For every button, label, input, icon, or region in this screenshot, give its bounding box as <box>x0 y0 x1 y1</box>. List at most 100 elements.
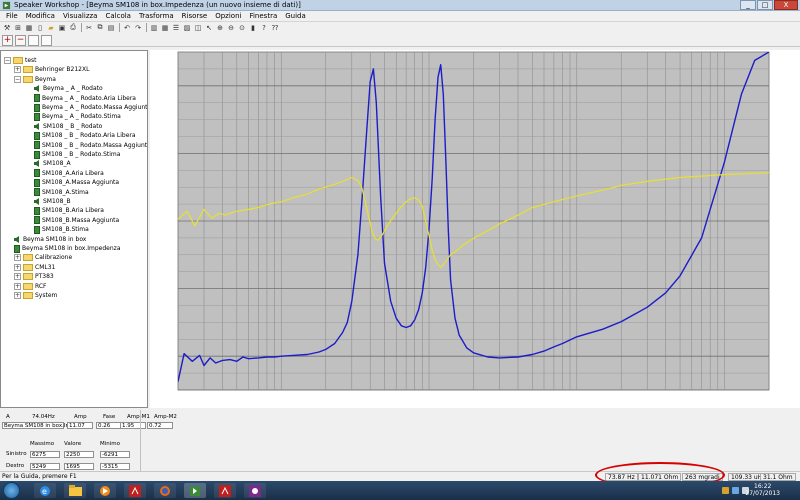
tree-expander-icon[interactable]: − <box>4 57 11 64</box>
tree-item[interactable]: SM108_B.Stima <box>34 225 89 234</box>
table-header: Fase <box>103 414 116 420</box>
menu-finestra[interactable]: Finestra <box>249 12 277 20</box>
network-tray-icon[interactable] <box>732 487 739 494</box>
save-icon[interactable]: ▣ <box>57 23 67 33</box>
menu-visualizza[interactable]: Visualizza <box>63 12 97 20</box>
tree-item[interactable]: + Calibrazione <box>14 253 72 262</box>
folder-icon <box>23 263 33 271</box>
tree-item[interactable]: + Behringer B212XL <box>14 65 89 74</box>
tree-item[interactable]: Beyma _ A _ Rodato.Stima <box>34 112 121 121</box>
tray-icon[interactable] <box>722 487 729 494</box>
tree-item[interactable]: SM108 _ B _ Rodato.Stima <box>34 150 120 159</box>
tree-expander-icon[interactable]: + <box>14 292 21 299</box>
menu-guida[interactable]: Guida <box>285 12 306 20</box>
tree-item[interactable]: + System <box>14 291 57 300</box>
explorer-icon[interactable] <box>64 483 86 498</box>
firefox-icon[interactable] <box>154 483 176 498</box>
tree-item[interactable]: SM108 _ B _ Rodato <box>34 122 102 131</box>
tree-item[interactable]: Beyma _ A _ Rodato.Massa Aggiunta <box>34 103 147 112</box>
network-icon[interactable]: ⊞ <box>13 23 23 33</box>
tree-item[interactable]: Beyma SM108 in box <box>14 235 86 244</box>
menu-opzioni[interactable]: Opzioni <box>215 12 241 20</box>
tree-item-label: RCF <box>35 282 47 290</box>
cut-icon[interactable]: ✂ <box>84 23 94 33</box>
bookmark-icon[interactable]: ▮ <box>248 23 258 33</box>
redo-icon[interactable]: ↷ <box>133 23 143 33</box>
tools-icon[interactable]: ⚒ <box>2 23 12 33</box>
tree-item-label: Behringer B212XL <box>35 66 90 74</box>
minimize-button[interactable]: _ <box>740 0 756 10</box>
chart-icon[interactable]: ▥ <box>149 23 159 33</box>
tree-item[interactable]: SM108_A <box>34 159 71 168</box>
tree-expander-icon[interactable]: + <box>14 282 21 290</box>
tree-item-label: SM108_A <box>43 160 71 168</box>
data-icon <box>34 150 40 159</box>
maximize-button[interactable]: □ <box>757 0 773 10</box>
table-icon[interactable]: ▦ <box>160 23 170 33</box>
speaker-workshop-task[interactable] <box>184 483 206 498</box>
menu-modifica[interactable]: Modifica <box>26 12 55 20</box>
data-icon <box>34 178 40 187</box>
tree-expander-icon[interactable]: + <box>14 66 21 74</box>
tree-item[interactable]: SM108_A.Aria Libera <box>34 169 104 178</box>
plot-area[interactable] <box>150 50 800 408</box>
list-icon[interactable]: ☰ <box>171 23 181 33</box>
tree-item[interactable]: Beyma _ A _ Rodato.Aria Libera <box>34 94 136 103</box>
menu-risorse[interactable]: Risorse <box>182 12 208 20</box>
speaker-icon <box>34 122 41 130</box>
cursor-icon[interactable]: ↖ <box>204 23 214 33</box>
app-icon[interactable] <box>244 483 266 498</box>
tree-item[interactable]: SM108_B.Aria Libera <box>34 206 104 215</box>
tree-item[interactable]: + RCF <box>14 282 47 291</box>
tree-item[interactable]: SM108_A.Stima <box>34 188 89 197</box>
menu-trasforma[interactable]: Trasforma <box>139 12 174 20</box>
tree-item[interactable]: Beyma SM108 in box.Impedenza <box>14 244 121 253</box>
tree-item[interactable]: SM108 _ B _ Rodato.Aria Libera <box>34 131 136 140</box>
add-marker-icon[interactable]: + <box>2 34 13 46</box>
context-help-icon[interactable]: ⁇ <box>270 23 280 33</box>
tree-expander-icon[interactable]: − <box>14 75 21 83</box>
folder-icon <box>23 282 33 290</box>
open-folder-icon[interactable]: ▰ <box>46 23 56 33</box>
remove-marker-icon[interactable]: − <box>15 34 26 46</box>
blank-button[interactable] <box>28 34 39 46</box>
tree-item[interactable]: − Beyma <box>14 75 56 84</box>
tree-item-label: Beyma SM108 in box.Impedenza <box>22 245 121 252</box>
new-file-icon[interactable]: ▯ <box>35 23 45 33</box>
tree-expander-icon[interactable]: + <box>14 263 21 271</box>
clock[interactable]: 16:22 27/07/2013 <box>745 483 780 497</box>
grid-icon[interactable]: ▦ <box>24 23 34 33</box>
acrobat-icon[interactable] <box>124 483 146 498</box>
undo-icon[interactable]: ↶ <box>122 23 132 33</box>
help-icon[interactable]: ? <box>259 23 269 33</box>
tree-item[interactable]: + CML31 <box>14 263 55 272</box>
copy-icon[interactable]: ⧉ <box>95 23 105 33</box>
impedance-chart[interactable] <box>150 50 800 408</box>
image-icon[interactable]: ▨ <box>182 23 192 33</box>
zoom-in-icon[interactable]: ⊕ <box>215 23 225 33</box>
menu-calcola[interactable]: Calcola <box>105 12 131 20</box>
pdf-icon[interactable] <box>214 483 236 498</box>
menu-file[interactable]: File <box>6 12 18 20</box>
measure-icon[interactable]: ◫ <box>193 23 203 33</box>
tree-item[interactable]: SM108 _ B _ Rodato.Massa Aggiunta <box>34 141 147 150</box>
media-player-icon[interactable] <box>94 483 116 498</box>
tree-item[interactable]: − test <box>4 56 37 65</box>
project-tree[interactable]: − test + Behringer B212XL − Beyma Beyma _ A _ … <box>0 50 148 408</box>
tree-item[interactable]: SM108_B <box>34 197 71 206</box>
zoom-fit-icon[interactable]: ⊙ <box>237 23 247 33</box>
tree-item[interactable]: Beyma _ A _ Rodato <box>34 84 103 93</box>
window-controls: _ □ X <box>739 0 798 10</box>
tree-item[interactable]: SM108_B.Massa Aggiunta <box>34 216 119 225</box>
close-button[interactable]: X <box>774 0 798 10</box>
tree-expander-icon[interactable]: + <box>14 254 21 262</box>
tree-item[interactable]: SM108_A.Massa Aggiunta <box>34 178 119 187</box>
paste-icon[interactable]: ▤ <box>106 23 116 33</box>
tree-expander-icon[interactable]: + <box>14 273 21 281</box>
blank-button[interactable] <box>41 34 52 46</box>
tree-item[interactable]: + PT383 <box>14 272 54 281</box>
ie-icon[interactable]: e <box>34 483 56 498</box>
print-icon[interactable]: ⎙ <box>68 23 78 33</box>
zoom-out-icon[interactable]: ⊖ <box>226 23 236 33</box>
start-button[interactable] <box>3 482 20 499</box>
